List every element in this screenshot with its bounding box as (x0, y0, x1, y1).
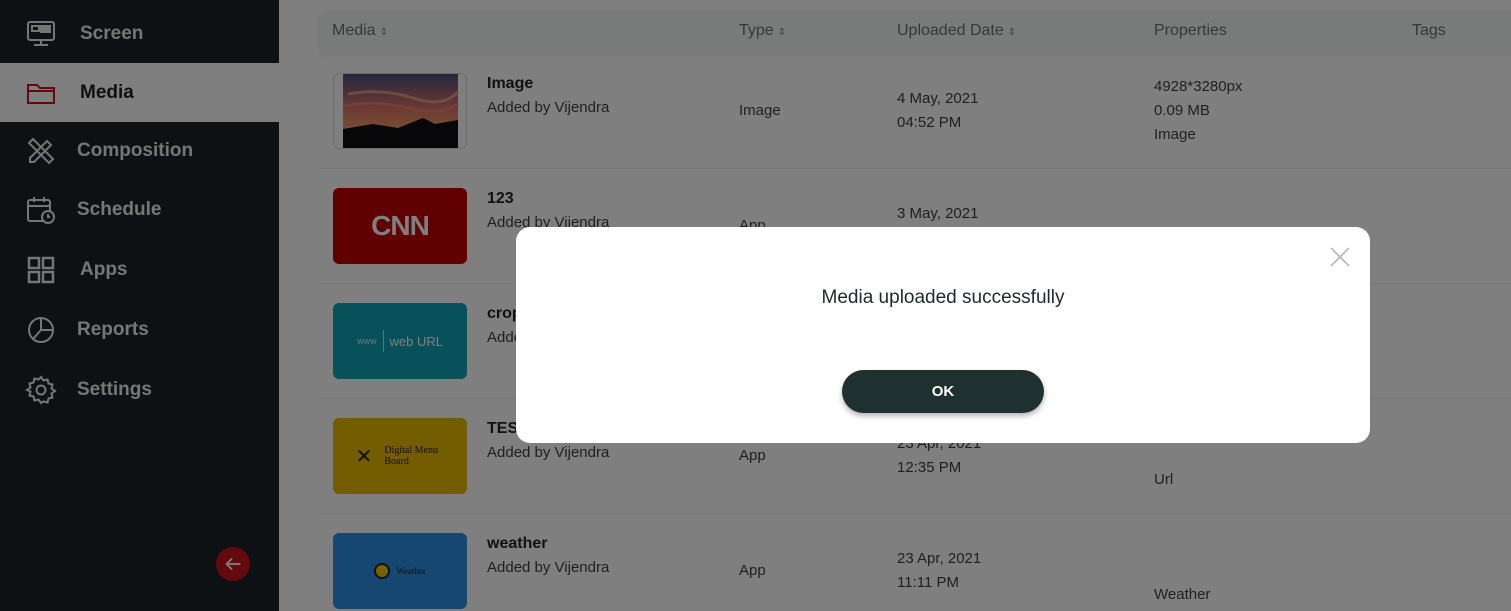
upload-success-dialog: Media uploaded successfully OK (516, 227, 1370, 443)
close-icon[interactable] (1328, 245, 1352, 269)
ok-button[interactable]: OK (842, 370, 1044, 413)
dialog-message: Media uploaded successfully (821, 287, 1065, 308)
